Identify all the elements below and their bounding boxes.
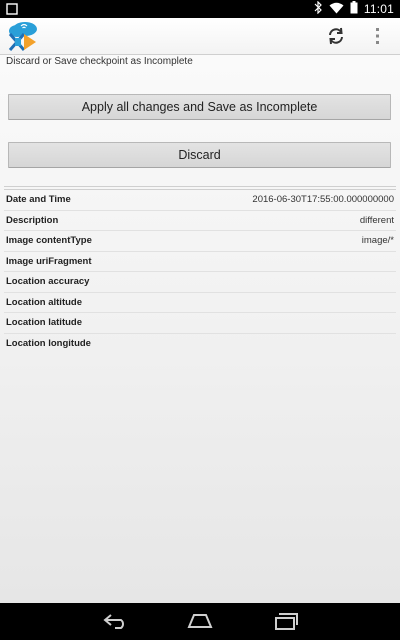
field-row-image-urifragment: Image uriFragment bbox=[4, 252, 396, 272]
back-icon[interactable] bbox=[103, 612, 129, 630]
main-content: Discard or Save checkpoint as Incomplete… bbox=[0, 55, 400, 603]
action-bar bbox=[0, 18, 400, 55]
field-row-location-longitude: Location longitude bbox=[4, 334, 396, 355]
sync-icon[interactable] bbox=[326, 26, 346, 46]
field-label: Location longitude bbox=[6, 337, 91, 349]
notification-icon bbox=[6, 3, 18, 15]
field-label: Image uriFragment bbox=[6, 255, 92, 267]
navigation-bar bbox=[0, 603, 400, 640]
field-row-date-and-time: Date and Time 2016-06-30T17:55:00.000000… bbox=[4, 190, 396, 211]
field-value: image/* bbox=[361, 235, 394, 246]
discard-button[interactable]: Discard bbox=[8, 142, 391, 168]
field-label: Description bbox=[6, 214, 59, 226]
field-value: 2016-06-30T17:55:00.000000000 bbox=[252, 194, 394, 205]
app-logo[interactable] bbox=[6, 20, 40, 52]
field-value: different bbox=[359, 214, 394, 226]
status-icons: 11:01 bbox=[314, 0, 394, 17]
divider bbox=[4, 186, 396, 187]
field-label: Location altitude bbox=[6, 296, 82, 308]
home-icon[interactable] bbox=[187, 612, 213, 630]
field-row-location-latitude: Location latitude bbox=[4, 313, 396, 334]
wifi-icon bbox=[329, 2, 344, 17]
field-row-location-altitude: Location altitude bbox=[4, 293, 396, 313]
field-label: Image contentType bbox=[6, 235, 92, 246]
battery-icon bbox=[350, 1, 358, 17]
bluetooth-icon bbox=[314, 0, 323, 17]
field-row-description: Description different bbox=[4, 211, 396, 231]
status-bar: 11:01 bbox=[0, 0, 400, 18]
field-row-image-contenttype: Image contentType image/* bbox=[4, 231, 396, 252]
clock: 11:01 bbox=[363, 2, 394, 16]
apply-and-save-incomplete-button[interactable]: Apply all changes and Save as Incomplete bbox=[8, 94, 391, 120]
field-label: Date and Time bbox=[6, 194, 71, 205]
field-list: Date and Time 2016-06-30T17:55:00.000000… bbox=[0, 190, 400, 354]
page-subtitle: Discard or Save checkpoint as Incomplete bbox=[6, 56, 193, 67]
field-row-location-accuracy: Location accuracy bbox=[4, 272, 396, 293]
recents-icon[interactable] bbox=[273, 612, 299, 630]
overflow-menu-icon[interactable] bbox=[372, 26, 384, 46]
field-label: Location accuracy bbox=[6, 276, 90, 287]
field-label: Location latitude bbox=[6, 317, 82, 328]
